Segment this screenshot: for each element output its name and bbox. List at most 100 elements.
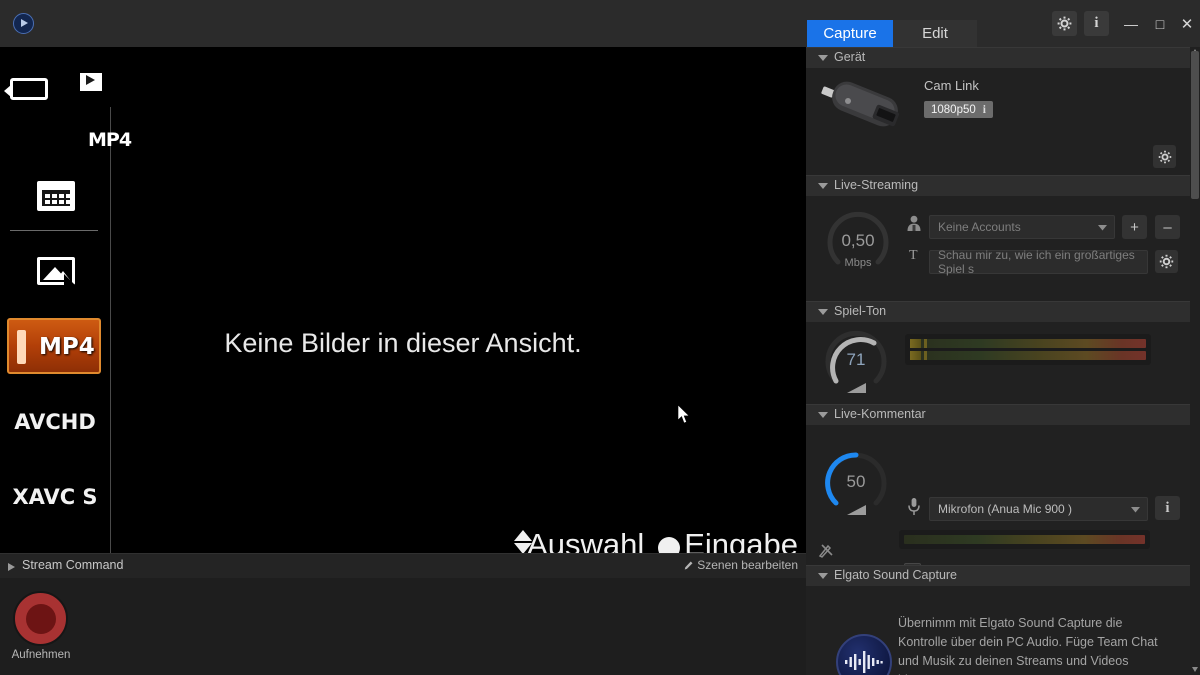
section-body-live-streaming: 0,50 Mbps Keine Accounts + – T [806, 196, 1190, 301]
left-titlebar [0, 0, 806, 47]
chevron-down-icon[interactable] [818, 309, 828, 315]
account-select[interactable]: Keine Accounts [929, 215, 1115, 239]
edit-scenes-label: Szenen bearbeiten [697, 558, 798, 572]
tab-edit[interactable]: Edit [893, 20, 977, 47]
gear-icon [1159, 254, 1174, 269]
account-placeholder: Keine Accounts [938, 220, 1021, 234]
section-body-device: Cam Link 1080p50 i [806, 68, 1190, 175]
game-audio-meter [905, 334, 1151, 365]
maximize-icon: □ [1156, 16, 1164, 32]
pencil-icon [684, 561, 693, 570]
stream-command-title: Stream Command [22, 558, 123, 572]
hint-select-label: Auswahl [527, 527, 644, 553]
photo-icon [37, 257, 75, 285]
tab-capture[interactable]: Capture [807, 20, 893, 47]
record-button[interactable] [13, 591, 68, 646]
device-name: Cam Link [924, 78, 979, 93]
stream-title-icon: T [909, 248, 918, 264]
chevron-down-icon[interactable] [818, 573, 828, 579]
device-settings-button[interactable] [1153, 145, 1176, 168]
format-option-avchd[interactable]: AVCHD [0, 410, 110, 434]
resolution-badge[interactable]: 1080p50 i [924, 101, 993, 118]
chevron-down-icon[interactable] [818, 183, 828, 189]
microphone-label: Mikrofon (Anua Mic 900 ) [938, 502, 1072, 516]
grid-view-icon [37, 181, 75, 211]
settings-button[interactable] [1052, 11, 1077, 36]
mp4-format-flag-icon [80, 73, 106, 95]
chevron-down-icon[interactable] [818, 412, 828, 418]
format-option-xavcs[interactable]: XAVC S [0, 485, 110, 509]
chevron-down-icon [1131, 507, 1140, 513]
sound-capture-description: Übernimm mit Elgato Sound Capture die Ko… [898, 614, 1160, 675]
remove-account-button[interactable]: – [1155, 215, 1180, 239]
close-icon: ✕ [1181, 15, 1194, 33]
stream-title-input[interactable]: Schau mir zu, wie ich ein großartiges Sp… [929, 250, 1148, 274]
info-button[interactable]: i [1084, 11, 1109, 36]
section-title-live-commentary: Live-Kommentar [834, 407, 926, 421]
section-body-game-audio: 71 [806, 322, 1190, 404]
section-header-sound-capture[interactable]: Elgato Sound Capture [806, 565, 1190, 587]
info-icon: i [1094, 15, 1098, 32]
video-preview[interactable]: MP4 MP4 AVCHD XAVC S [0, 47, 806, 553]
stream-command-bar[interactable]: Stream Command Szenen bearbeiten [0, 553, 806, 580]
center-button-icon [658, 537, 680, 553]
mic-volume-value: 50 [824, 472, 888, 492]
bitrate-gauge: 0,50 Mbps [826, 210, 890, 274]
streaming-settings-button[interactable] [1155, 250, 1178, 273]
section-title-game-audio: Spiel-Ton [834, 304, 886, 318]
resolution-label: 1080p50 [931, 104, 976, 116]
right-panel: Capture Edit i — [806, 0, 1200, 675]
expand-arrow-icon[interactable] [8, 563, 15, 571]
minimize-button[interactable]: — [1118, 11, 1144, 37]
volume-indicator-icon [846, 382, 868, 394]
chevron-down-icon [1098, 225, 1107, 231]
game-volume-knob[interactable]: 71 [824, 329, 888, 393]
elgato-game-capture-window: MP4 MP4 AVCHD XAVC S [0, 0, 1200, 675]
mp4-flag-label: MP4 [88, 129, 131, 151]
tab-bar: Capture Edit i — [806, 0, 1200, 47]
osd-hints: Auswahl Eingabe [523, 527, 798, 553]
transport-bar: Aufnehmen ◀◀ II ▶▶ Live 00:03: 15 18.3 G… [0, 578, 806, 675]
microphone-select[interactable]: Mikrofon (Anua Mic 900 ) [929, 497, 1148, 521]
bitrate-unit: Mbps [826, 257, 890, 269]
preview-pane: MP4 MP4 AVCHD XAVC S [0, 0, 806, 675]
section-header-device[interactable]: Gerät [806, 47, 1190, 69]
empty-view-message: Keine Bilder in dieser Ansicht. [0, 328, 806, 359]
mouse-cursor [678, 405, 691, 424]
section-header-game-audio[interactable]: Spiel-Ton [806, 301, 1190, 323]
mic-audio-meter [899, 530, 1150, 549]
section-header-live-streaming[interactable]: Live-Streaming [806, 175, 1190, 197]
record-label: Aufnehmen [6, 649, 76, 661]
microphone-icon [907, 497, 921, 517]
panel-scrollbar[interactable] [1190, 47, 1200, 675]
capture-panel: Gerät Cam Link 1080p50 i [806, 47, 1200, 675]
minimize-icon: — [1124, 16, 1138, 32]
section-body-live-commentary: 50 Mikrofon (Anua Mic 900 ) [806, 425, 1190, 565]
hint-enter-label: Eingabe [684, 527, 798, 553]
section-body-sound-capture: Übernimm mit Elgato Sound Capture die Ko… [806, 586, 1190, 675]
section-title-device: Gerät [834, 50, 865, 64]
bitrate-value: 0,50 [826, 231, 890, 251]
sound-capture-logo [836, 634, 892, 675]
close-button[interactable]: ✕ [1174, 11, 1200, 37]
osd-divider [10, 230, 98, 231]
edit-scenes-button[interactable]: Szenen bearbeiten [684, 558, 798, 572]
add-account-button[interactable]: + [1122, 215, 1147, 239]
maximize-button[interactable]: □ [1147, 11, 1173, 37]
scroll-down-arrow[interactable] [1192, 667, 1198, 672]
battery-icon [10, 78, 48, 100]
section-title-sound-capture: Elgato Sound Capture [834, 568, 957, 582]
scrollbar-thumb[interactable] [1191, 51, 1199, 199]
section-title-live-streaming: Live-Streaming [834, 178, 918, 192]
resolution-info-icon[interactable]: i [983, 104, 986, 116]
app-logo-icon [13, 13, 34, 34]
game-volume-value: 71 [824, 350, 888, 370]
gear-icon [1158, 150, 1172, 164]
chevron-down-icon[interactable] [818, 55, 828, 61]
mute-mic-icon[interactable] [817, 542, 837, 560]
gear-icon [1057, 16, 1072, 31]
microphone-info-button[interactable]: i [1155, 496, 1180, 520]
section-header-live-commentary[interactable]: Live-Kommentar [806, 404, 1190, 426]
user-icon [906, 215, 922, 232]
mic-volume-knob[interactable]: 50 [824, 451, 888, 515]
